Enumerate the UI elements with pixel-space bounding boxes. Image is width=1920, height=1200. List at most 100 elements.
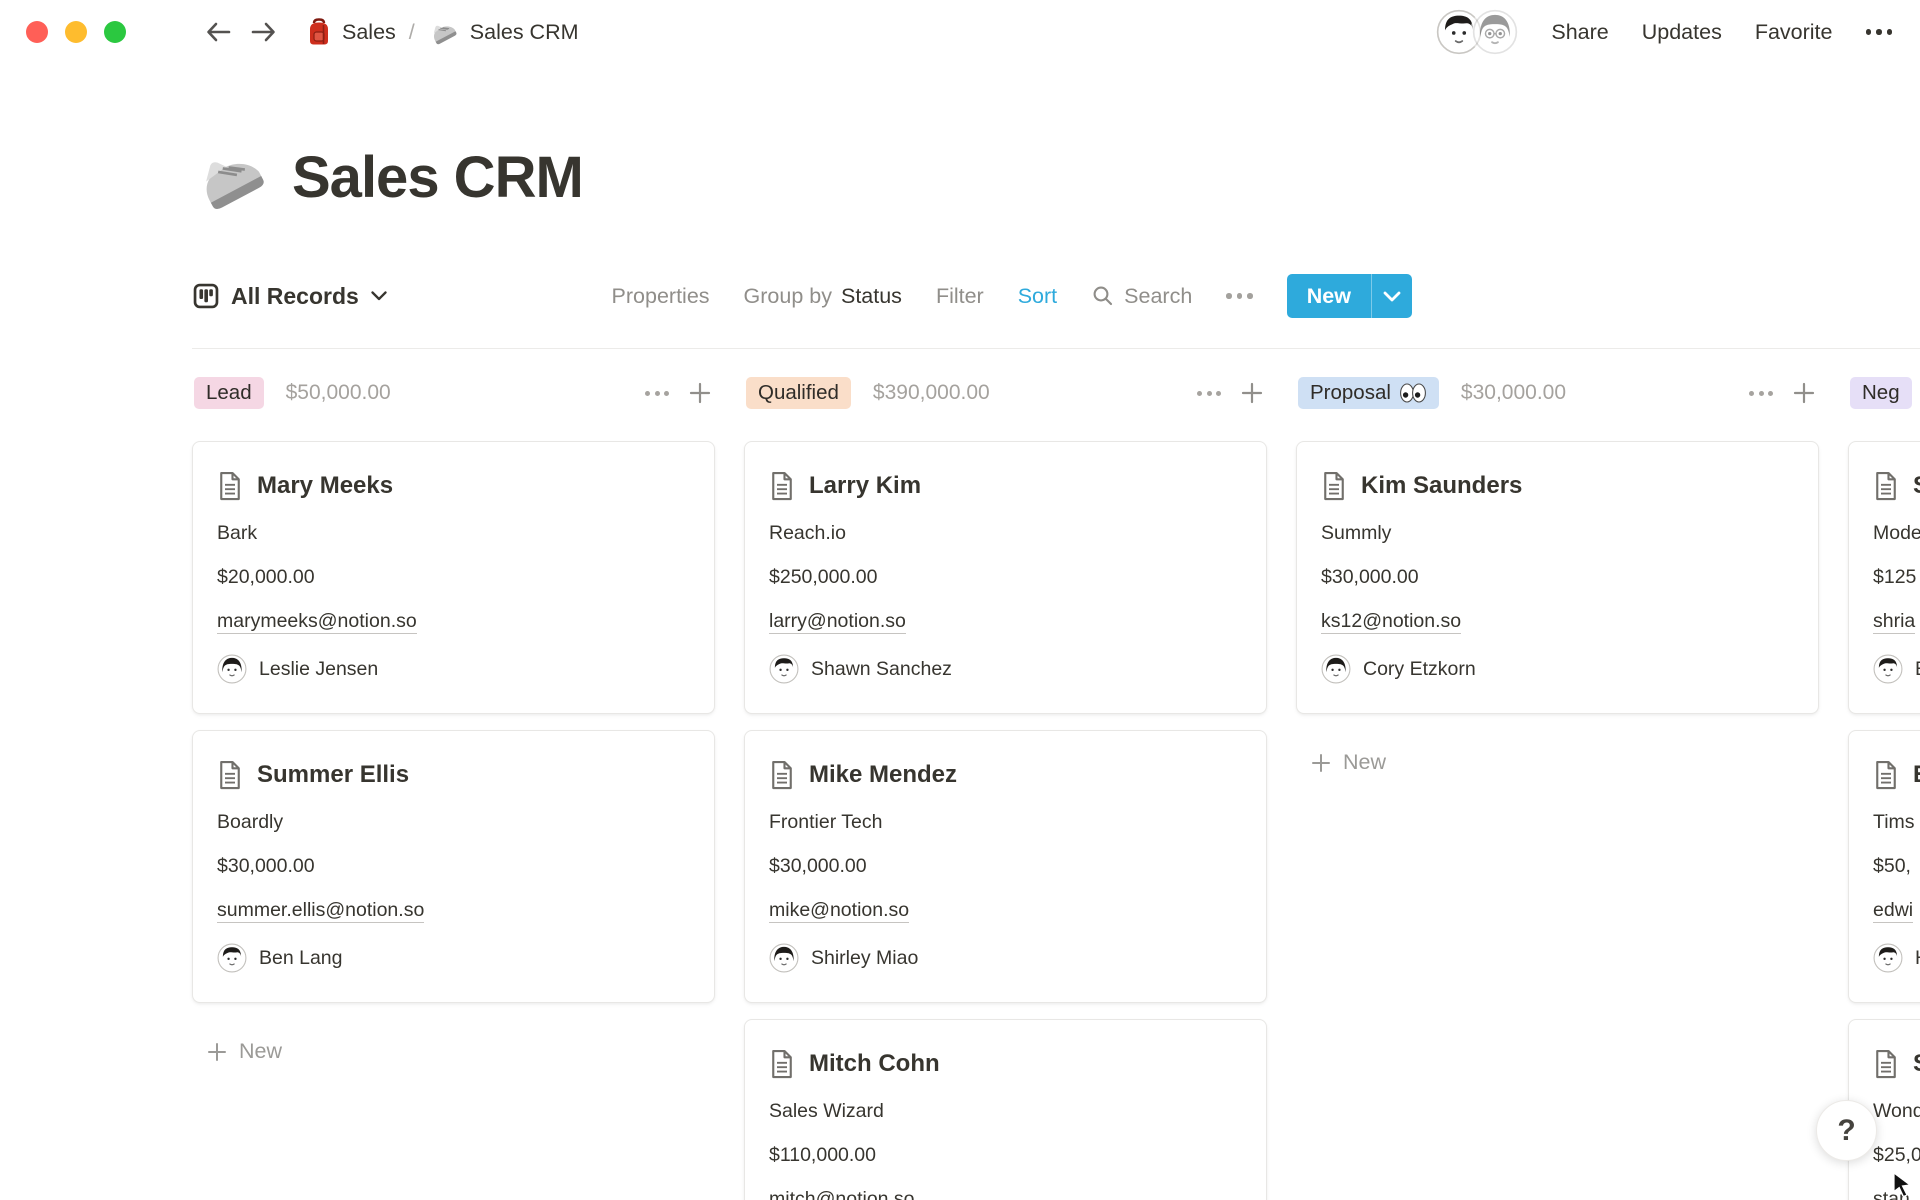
- view-selector-label: All Records: [231, 283, 359, 310]
- card-email[interactable]: larry@notion.so: [769, 610, 906, 634]
- sort-button[interactable]: Sort: [1018, 284, 1057, 309]
- card-title: Mary Meeks: [257, 472, 393, 500]
- sneaker-icon: [428, 17, 460, 47]
- card-company: Reach.io: [769, 521, 1242, 546]
- page-icon: [217, 471, 243, 501]
- properties-button[interactable]: Properties: [612, 284, 710, 309]
- card-amount: $30,000.00: [769, 854, 1242, 879]
- backpack-icon: [306, 17, 332, 47]
- search-button[interactable]: Search: [1091, 284, 1192, 309]
- new-record-dropdown[interactable]: [1371, 274, 1412, 318]
- card-owner-name: H: [1915, 947, 1920, 970]
- column-add-icon[interactable]: [687, 380, 713, 406]
- column-total: $390,000.00: [873, 381, 990, 405]
- card-owner-name: Shirley Miao: [811, 947, 918, 970]
- record-card[interactable]: Mary Meeks Bark $20,000.00 marymeeks@not…: [192, 441, 715, 714]
- filter-button[interactable]: Filter: [936, 284, 984, 309]
- chevron-down-icon: [370, 290, 388, 302]
- record-card[interactable]: Kim Saunders Summly $30,000.00 ks12@noti…: [1296, 441, 1819, 714]
- card-owner-row: Leslie Jensen: [217, 653, 690, 685]
- status-badge[interactable]: Neg: [1850, 377, 1912, 409]
- card-email[interactable]: edwi: [1873, 899, 1913, 923]
- card-owner-name: Shawn Sanchez: [811, 658, 952, 681]
- view-toolbar: All Records Properties Group by Status F…: [192, 274, 1920, 318]
- card-amount: $250,000.00: [769, 565, 1242, 590]
- favorite-button[interactable]: Favorite: [1755, 20, 1833, 45]
- window-close-button[interactable]: [26, 21, 48, 43]
- breadcrumb-item-sales-crm[interactable]: Sales CRM: [428, 17, 579, 47]
- card-email[interactable]: mitch@notion.so: [769, 1188, 915, 1200]
- breadcrumb-label: Sales CRM: [470, 20, 579, 45]
- new-record-button[interactable]: New: [1287, 274, 1412, 318]
- card-email[interactable]: marymeeks@notion.so: [217, 610, 417, 634]
- card-company: Summly: [1321, 521, 1794, 546]
- column-cards: Larry Kim Reach.io $250,000.00 larry@not…: [744, 441, 1267, 1200]
- card-title: S: [1913, 472, 1920, 500]
- column-cards: Mary Meeks Bark $20,000.00 marymeeks@not…: [192, 441, 715, 1003]
- record-card[interactable]: E Tims $50, edwi H: [1848, 730, 1920, 1003]
- column-more-icon[interactable]: [1197, 391, 1221, 396]
- share-button[interactable]: Share: [1551, 20, 1608, 45]
- card-email[interactable]: summer.ellis@notion.so: [217, 899, 424, 923]
- column-header: Qualified $390,000.00: [744, 375, 1267, 411]
- status-badge-label: Proposal: [1310, 381, 1391, 405]
- record-card[interactable]: Mike Mendez Frontier Tech $30,000.00 mik…: [744, 730, 1267, 1003]
- sneaker-icon[interactable]: [192, 140, 272, 216]
- window-zoom-button[interactable]: [104, 21, 126, 43]
- board-view-icon: [192, 282, 220, 310]
- window-minimize-button[interactable]: [65, 21, 87, 43]
- column-cards: S Mode $125 shria E E Tims $50, edwi H S: [1848, 441, 1920, 1200]
- record-card[interactable]: S Mode $125 shria E: [1848, 441, 1920, 714]
- avatar: [1873, 943, 1903, 973]
- column-add-icon[interactable]: [1239, 380, 1265, 406]
- breadcrumb-item-sales[interactable]: Sales: [306, 17, 396, 47]
- search-icon: [1091, 284, 1115, 308]
- add-card-button[interactable]: New: [206, 1039, 282, 1064]
- sidebar-menu-icon[interactable]: [150, 21, 184, 43]
- record-card[interactable]: Mitch Cohn Sales Wizard $110,000.00 mitc…: [744, 1019, 1267, 1200]
- page-icon: [1321, 471, 1347, 501]
- avatar: [769, 654, 799, 684]
- column-header: Proposal $30,000.00: [1296, 375, 1819, 411]
- card-company: Frontier Tech: [769, 810, 1242, 835]
- updates-button[interactable]: Updates: [1642, 20, 1722, 45]
- page-icon: [769, 1049, 795, 1079]
- group-by-button[interactable]: Group by Status: [744, 284, 902, 309]
- column-total: $30,000.00: [1461, 381, 1566, 405]
- status-badge[interactable]: Qualified: [746, 377, 851, 409]
- back-arrow-icon[interactable]: [204, 19, 234, 45]
- card-email[interactable]: shria: [1873, 610, 1915, 634]
- column-add-icon[interactable]: [1791, 380, 1817, 406]
- mouse-cursor: [1893, 1172, 1915, 1198]
- add-card-button[interactable]: New: [1310, 750, 1386, 775]
- card-amount: $50,: [1873, 854, 1920, 879]
- forward-arrow-icon[interactable]: [248, 19, 278, 45]
- page-content: Sales CRM All Records Properties Group b…: [0, 64, 1920, 1200]
- status-badge[interactable]: Lead: [194, 377, 264, 409]
- column-more-icon[interactable]: [645, 391, 669, 396]
- card-title: E: [1913, 761, 1920, 789]
- new-record-label[interactable]: New: [1287, 274, 1371, 318]
- kanban-board: Lead $50,000.00 Mary Meeks Bark $20,000.…: [192, 375, 1920, 1200]
- more-options-icon[interactable]: [1866, 29, 1893, 35]
- view-selector[interactable]: All Records: [192, 282, 388, 310]
- status-badge-label: Lead: [206, 381, 252, 405]
- collaborator-avatars[interactable]: [1436, 9, 1518, 55]
- status-badge[interactable]: Proposal: [1298, 377, 1439, 409]
- record-card[interactable]: Summer Ellis Boardly $30,000.00 summer.e…: [192, 730, 715, 1003]
- record-card[interactable]: Larry Kim Reach.io $250,000.00 larry@not…: [744, 441, 1267, 714]
- card-owner-name: Cory Etzkorn: [1363, 658, 1476, 681]
- help-button[interactable]: ?: [1816, 1100, 1877, 1161]
- card-email[interactable]: mike@notion.so: [769, 899, 909, 923]
- column-more-icon[interactable]: [1749, 391, 1773, 396]
- card-company: Tims: [1873, 810, 1920, 835]
- card-company: Mode: [1873, 521, 1920, 546]
- page-title-text: Sales CRM: [292, 138, 583, 218]
- card-title: Kim Saunders: [1361, 472, 1522, 500]
- card-title: Summer Ellis: [257, 761, 409, 789]
- breadcrumb: Sales / Sales CRM: [306, 17, 579, 47]
- view-more-options-icon[interactable]: [1226, 293, 1253, 299]
- board-column: Neg S Mode $125 shria E: [1848, 375, 1920, 1200]
- card-email[interactable]: ks12@notion.so: [1321, 610, 1461, 634]
- column-header: Lead $50,000.00: [192, 375, 715, 411]
